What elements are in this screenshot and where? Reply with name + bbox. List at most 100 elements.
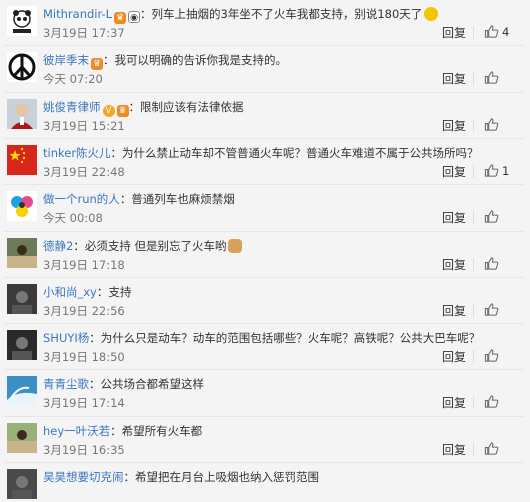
comment-line: 青青尘歌：公共场合都希望这样: [43, 376, 204, 392]
comment-text: ：希望所有火车都: [110, 424, 203, 438]
comment-timestamp: 3月19日 17:14: [43, 396, 125, 410]
comment-text: ：必须支持 但是别忘了火车哟: [73, 239, 227, 253]
user-avatar[interactable]: [7, 191, 37, 221]
reply-button[interactable]: 回复: [442, 304, 466, 318]
user-avatar[interactable]: [7, 52, 37, 82]
like-button[interactable]: [484, 209, 499, 225]
thumbs-up-icon: [484, 395, 499, 409]
comment-item: hey一叶沃若：希望所有火车都 3月19日 16:35 回复: [0, 416, 530, 464]
user-avatar[interactable]: [7, 6, 37, 36]
thumbs-up-icon: [484, 210, 499, 224]
username-link[interactable]: tinker陈火儿: [43, 146, 111, 160]
reply-button[interactable]: 回复: [442, 26, 466, 40]
comment-line: 姚俊青律师 V ♛ ：限制应该有法律依据: [43, 99, 244, 117]
username-link[interactable]: 小和尚_xy: [43, 285, 97, 299]
like-button[interactable]: [484, 70, 499, 86]
reply-button[interactable]: 回复: [442, 350, 466, 364]
comment-text: ：希望把在月台上吸烟也纳入惩罚范围: [123, 470, 320, 484]
thumbs-up-icon: [484, 442, 499, 456]
member-crown-icon: ♛: [91, 58, 103, 70]
comment-timestamp: 今天 00:08: [43, 211, 103, 225]
like-button[interactable]: 4: [484, 24, 509, 40]
user-avatar[interactable]: [7, 423, 37, 453]
user-avatar[interactable]: [7, 376, 37, 406]
username-link[interactable]: 青青尘歌: [43, 377, 89, 391]
comment-item: 做一个run的人：普通列车也麻烦禁烟 今天 00:08 回复: [0, 184, 530, 232]
reply-button[interactable]: 回复: [442, 119, 466, 133]
member-crown-icon: ♛: [114, 12, 127, 24]
comment-timestamp: 3月19日 22:56: [43, 304, 125, 318]
member-crown-icon: ♛: [116, 105, 129, 117]
comment-line: tinker陈火儿：为什么禁止动车却不管普通火车呢？普通火车难道不属于公共场所吗…: [43, 145, 479, 161]
comment-timestamp: 3月19日 17:18: [43, 258, 125, 272]
comment-text: ：为什么禁止动车却不管普通火车呢？普通火车难道不属于公共场所吗？: [110, 146, 479, 160]
comment-text: ：我可以明确的告诉你我是支持的。: [103, 53, 287, 67]
thumbs-up-icon: [484, 118, 499, 132]
username-link[interactable]: 彼岸季末: [43, 53, 89, 67]
thumbs-up-icon: [484, 349, 499, 363]
like-count: 1: [502, 164, 510, 178]
smile-emoji-icon: [424, 7, 439, 21]
reply-button[interactable]: 回复: [442, 258, 466, 272]
like-count: 4: [502, 25, 510, 39]
thumbs-up-icon: [484, 25, 499, 39]
thumbs-up-icon: [484, 303, 499, 317]
comment-divider: [4, 462, 524, 463]
comment-timestamp: 今天 07:20: [43, 72, 103, 86]
comment-line: 小和尚_xy：支持: [43, 284, 131, 300]
panda-badge-icon: ◉: [128, 11, 141, 23]
action-divider: [473, 72, 474, 85]
comment-divider: [4, 138, 524, 139]
user-avatar[interactable]: [7, 238, 37, 268]
comment-line: 德静2：必须支持 但是别忘了火车哟: [43, 238, 243, 254]
comment-divider: [4, 416, 524, 417]
username-link[interactable]: SHUYI杨: [43, 331, 89, 345]
thumbs-up-icon: [484, 71, 499, 85]
username-link[interactable]: 昊昊想要切克闹: [43, 470, 124, 484]
comment-item: 姚俊青律师 V ♛ ：限制应该有法律依据 3月19日 15:21 回复: [0, 92, 530, 140]
username-link[interactable]: 做一个run的人: [43, 192, 120, 206]
user-avatar[interactable]: [7, 284, 37, 314]
comment-divider: [4, 45, 524, 46]
comment-item: 青青尘歌：公共场合都希望这样 3月19日 17:14 回复: [0, 369, 530, 417]
user-avatar[interactable]: [7, 99, 37, 129]
like-button[interactable]: 1: [484, 163, 509, 179]
user-avatar[interactable]: [7, 469, 37, 499]
like-button[interactable]: [484, 348, 499, 364]
username-link[interactable]: hey一叶沃若: [43, 424, 110, 438]
comment-line: 昊昊想要切克闹：希望把在月台上吸烟也纳入惩罚范围: [43, 469, 319, 485]
like-button[interactable]: [484, 302, 499, 318]
reply-button[interactable]: 回复: [442, 72, 466, 86]
like-button[interactable]: [484, 441, 499, 457]
user-avatar[interactable]: [7, 330, 37, 360]
comment-timestamp: 3月19日 22:48: [43, 165, 125, 179]
comment-text: ：为什么只是动车？动车的范围包括哪些？火车呢？高铁呢？公共大巴车呢？: [89, 331, 481, 345]
comment-line: Mithrandir-L ♛ ◉ ：列车上抽烟的3年坐不了火车我都支持，别说180天了: [43, 6, 439, 24]
reply-button[interactable]: 回复: [442, 165, 466, 179]
like-button[interactable]: [484, 256, 499, 272]
reply-button[interactable]: 回复: [442, 443, 466, 457]
action-divider: [473, 443, 474, 456]
comment-item: 彼岸季末 ♛ ：我可以明确的告诉你我是支持的。 今天 07:20 回复: [0, 45, 530, 93]
comment-item: tinker陈火儿：为什么禁止动车却不管普通火车呢？普通火车难道不属于公共场所吗…: [0, 138, 530, 186]
user-avatar[interactable]: [7, 145, 37, 175]
thumbs-up-icon: [484, 257, 499, 271]
reply-button[interactable]: 回复: [442, 211, 466, 225]
reply-button[interactable]: 回复: [442, 396, 466, 410]
comment-line: 做一个run的人：普通列车也麻烦禁烟: [43, 191, 235, 207]
like-button[interactable]: [484, 117, 499, 133]
username-link[interactable]: Mithrandir-L: [43, 7, 112, 21]
comment-divider: [4, 323, 524, 324]
username-link[interactable]: 德静2: [43, 239, 73, 253]
action-divider: [473, 304, 474, 317]
comment-divider: [4, 184, 524, 185]
comment-divider: [4, 277, 524, 278]
comment-text: ：公共场合都希望这样: [89, 377, 204, 391]
like-button[interactable]: [484, 394, 499, 410]
username-link[interactable]: 姚俊青律师: [43, 100, 101, 114]
action-divider: [473, 26, 474, 39]
comment-divider: [4, 92, 524, 93]
comment-item: 德静2：必须支持 但是别忘了火车哟 3月19日 17:18 回复: [0, 231, 530, 279]
comment-line: hey一叶沃若：希望所有火车都: [43, 423, 202, 439]
comment-line: SHUYI杨：为什么只是动车？动车的范围包括哪些？火车呢？高铁呢？公共大巴车呢？: [43, 330, 480, 346]
